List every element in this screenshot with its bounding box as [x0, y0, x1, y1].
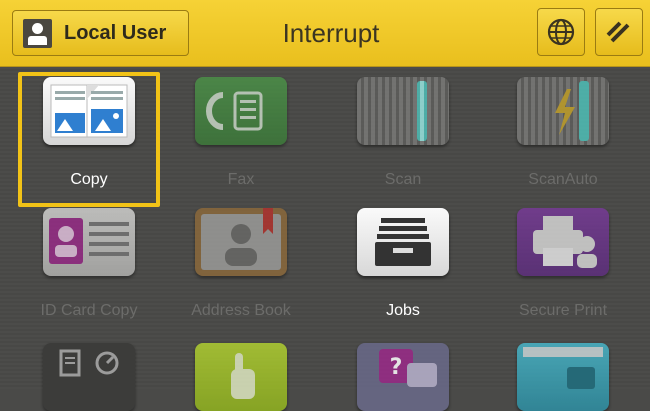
scan-icon — [357, 77, 449, 145]
help-icon: ? — [357, 343, 449, 411]
tile-label: ScanAuto — [528, 171, 598, 188]
svg-text:?: ? — [390, 355, 403, 380]
tile-label: ID Card Copy — [40, 302, 138, 319]
tile-label: Secure Print — [518, 302, 608, 319]
tile-label: Fax — [227, 171, 255, 188]
tile-scan[interactable]: Scan — [337, 67, 469, 207]
tile-secure-print[interactable]: Secure Print — [497, 198, 629, 328]
tile-jobs[interactable]: Jobs — [337, 198, 469, 328]
scan-to-folder-icon — [517, 343, 609, 411]
user-icon — [23, 18, 52, 48]
app-grid: Copy Fax Scan ScanAuto ID Card Copy Addr… — [0, 67, 650, 411]
globe-icon — [547, 18, 575, 46]
selection-highlight — [18, 72, 160, 207]
tile-scanauto[interactable]: ScanAuto — [497, 67, 629, 207]
tile-address-book[interactable]: Address Book — [175, 198, 307, 328]
id-card-icon — [43, 208, 135, 276]
device-info-icon — [43, 343, 135, 411]
touch-icon — [195, 343, 287, 411]
tile-label: Address Book — [191, 302, 291, 319]
tile-row3-2[interactable] — [175, 335, 307, 411]
tile-id-card-copy[interactable]: ID Card Copy — [23, 198, 155, 328]
jobs-icon — [357, 208, 449, 276]
secure-print-icon — [517, 208, 609, 276]
language-button[interactable] — [537, 8, 585, 56]
tile-fax[interactable]: Fax — [175, 67, 307, 207]
device-status-button[interactable] — [595, 8, 643, 56]
tile-label: Jobs — [386, 302, 420, 319]
address-book-icon — [195, 208, 287, 276]
fax-icon — [195, 77, 287, 145]
tile-row3-4[interactable] — [497, 335, 629, 411]
top-bar: Local User Interrupt — [0, 0, 650, 67]
tile-label: Scan — [384, 171, 422, 188]
tile-row3-3[interactable]: ? — [337, 335, 469, 411]
user-label: Local User — [64, 21, 167, 44]
tile-row3-1[interactable] — [23, 335, 155, 411]
local-user-button[interactable]: Local User — [12, 10, 189, 56]
diagonal-lines-icon — [606, 21, 630, 43]
scan-auto-icon — [517, 77, 609, 145]
